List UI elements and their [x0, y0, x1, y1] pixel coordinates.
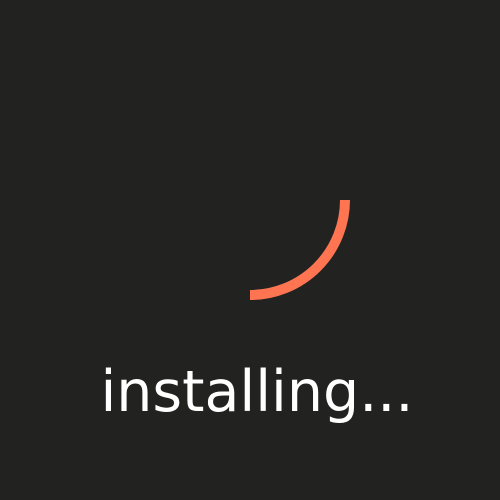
- loading-spinner-icon: [250, 200, 350, 300]
- spinner-arc: [250, 200, 350, 300]
- installing-screen: installing...: [0, 0, 500, 500]
- installing-status-text: installing...: [100, 359, 414, 425]
